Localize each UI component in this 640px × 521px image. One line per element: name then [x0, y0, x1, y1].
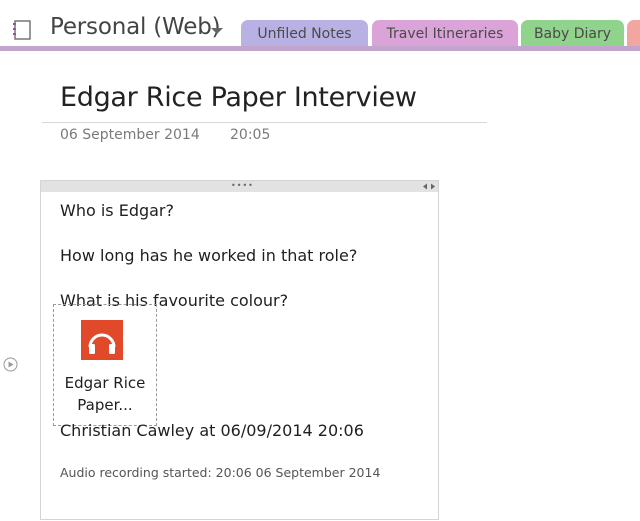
page-time: 20:05: [230, 127, 271, 143]
audio-attachment-label: Paper...: [77, 396, 133, 414]
tab-unfiled-notes[interactable]: Unfiled Notes: [241, 20, 368, 48]
grip-icon[interactable]: ••••: [231, 182, 253, 190]
title-divider: [42, 122, 487, 123]
note-line[interactable]: Who is Edgar?: [60, 201, 174, 220]
tab-label: Travel Itineraries: [386, 26, 504, 42]
audio-recording-status[interactable]: Audio recording started: 20:06 06 Septem…: [60, 465, 380, 480]
tab-baby-diary[interactable]: Baby Diary: [521, 20, 624, 48]
resize-arrows-icon[interactable]: [422, 182, 436, 191]
note-line[interactable]: How long has he worked in that role?: [60, 246, 357, 265]
note-drag-handle[interactable]: ••••: [41, 181, 438, 192]
tab-partial[interactable]: [627, 20, 640, 48]
section-color-bar: [0, 46, 640, 51]
note-container[interactable]: •••• Who is Edgar? How long has he worke…: [40, 180, 439, 520]
author-line[interactable]: Christian Cawley at 06/09/2014 20:06: [60, 421, 364, 440]
notebook-header: Personal (Web) Unfiled Notes Travel Itin…: [0, 0, 640, 48]
chevron-down-icon[interactable]: [211, 28, 223, 34]
onenote-page: Personal (Web) Unfiled Notes Travel Itin…: [0, 0, 640, 521]
headphones-icon[interactable]: [81, 320, 123, 360]
page-title[interactable]: Edgar Rice Paper Interview: [60, 82, 417, 113]
tab-travel-itineraries[interactable]: Travel Itineraries: [372, 20, 518, 48]
notebook-title[interactable]: Personal (Web): [50, 14, 221, 40]
play-icon[interactable]: [3, 357, 18, 372]
tab-label: Baby Diary: [533, 26, 612, 42]
tab-label: Unfiled Notes: [257, 26, 352, 42]
notebook-icon[interactable]: [12, 20, 34, 40]
page-date: 06 September 2014: [60, 127, 200, 143]
audio-attachment-label: Edgar Rice: [64, 374, 146, 392]
